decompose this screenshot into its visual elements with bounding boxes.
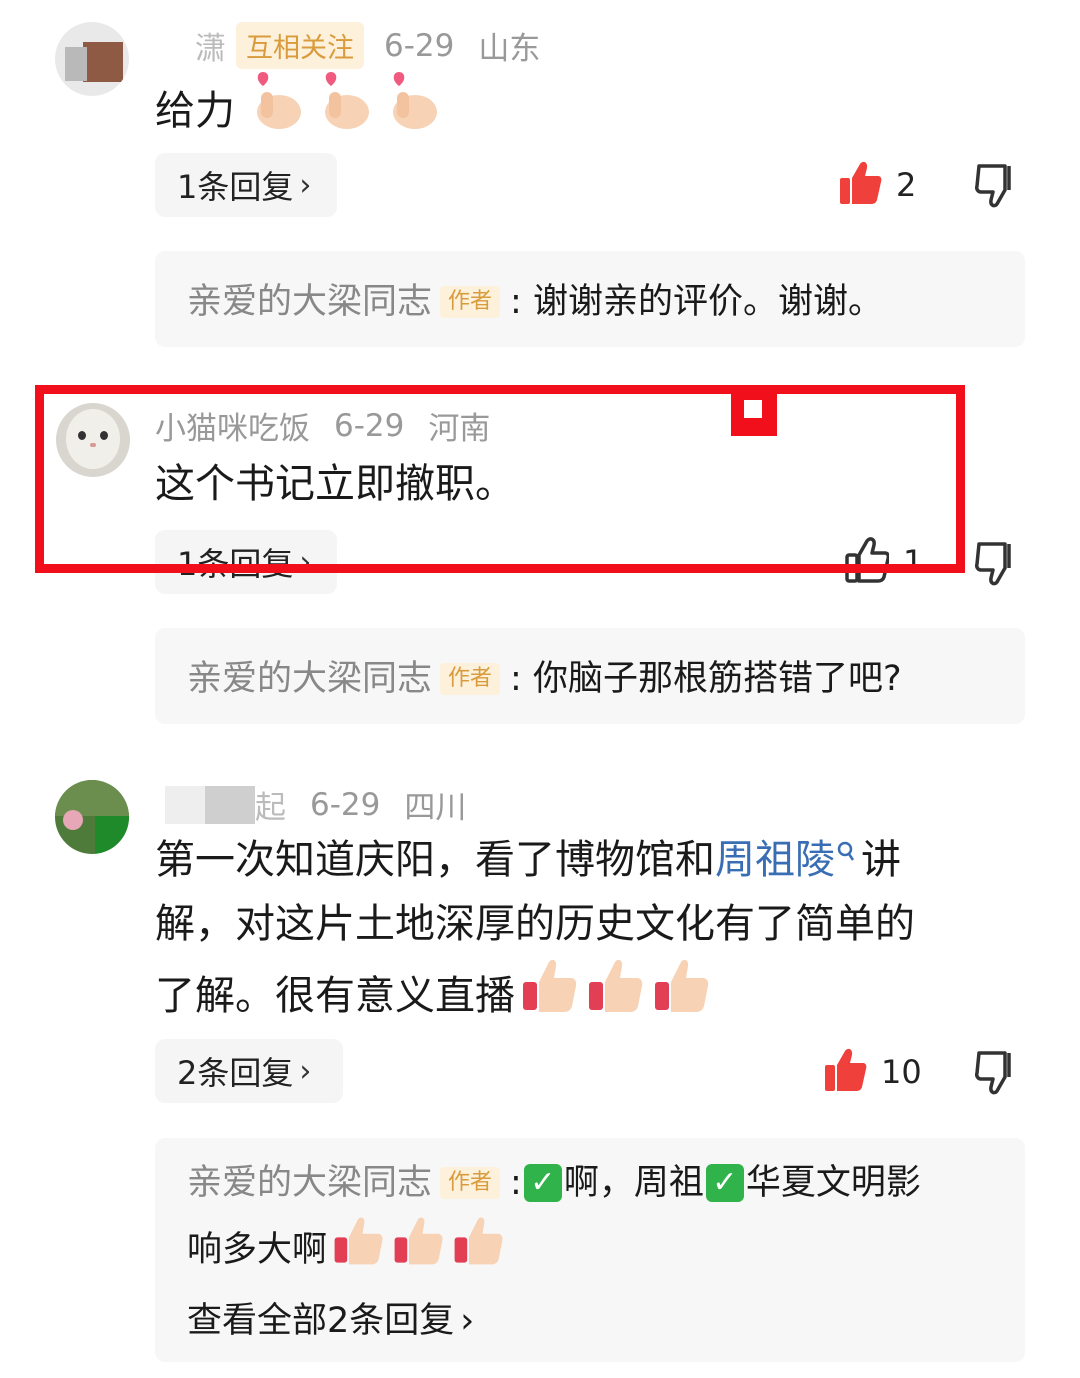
comment-location: 四川	[404, 790, 467, 826]
comment-text: 解，对这片土地深厚的历史文化有了简单的	[155, 901, 915, 947]
like-button[interactable]: 2	[838, 160, 916, 210]
author-tag: 作者	[440, 1167, 501, 1199]
comment-date: 6-29	[310, 786, 381, 823]
thumb-emoji-icon	[519, 956, 579, 1035]
check-emoji-icon: ✓	[523, 1164, 562, 1202]
reply-text: :	[510, 1163, 522, 1203]
thumbs-up-icon	[823, 1047, 867, 1097]
thumb-emoji-icon	[585, 956, 645, 1035]
reply-text: : 谢谢亲的评价。谢谢。	[510, 282, 883, 322]
comment-location: 山东	[478, 31, 541, 67]
check-emoji-icon: ✓	[705, 1164, 744, 1202]
reply-text: : 你脑子那根筋搭错了吧?	[510, 659, 902, 699]
finger-heart-emoji-icon	[315, 70, 373, 151]
reply-text: 响多大啊	[187, 1230, 328, 1270]
thumbs-down-icon	[975, 542, 1019, 590]
comment-text: 给力	[155, 70, 441, 151]
thumb-emoji-icon	[391, 1214, 445, 1286]
author-tag: 作者	[440, 663, 501, 695]
finger-heart-emoji-icon	[247, 70, 305, 151]
comment-text: 了解。很有意义直播	[155, 956, 711, 1035]
thumbs-up-icon	[838, 160, 882, 210]
reply-author[interactable]: 亲爱的大梁同志	[187, 650, 432, 708]
comment-meta: 起 6-29 四川	[165, 782, 466, 827]
dislike-button[interactable]	[975, 1049, 1019, 1099]
comment-text: 第一次知道庆阳，看了博物馆和 周祖陵 讲	[155, 828, 901, 892]
comment-date: 6-29	[384, 27, 455, 64]
author-reply[interactable]: 亲爱的大梁同志 作者 : ✓ 啊，周祖 ✓ 华夏文明影 响多大啊 查看全部2条回…	[155, 1138, 1025, 1362]
reply-author[interactable]: 亲爱的大梁同志	[187, 273, 432, 331]
username[interactable]: 潇	[195, 23, 226, 68]
view-all-replies-link[interactable]: 查看全部2条回复 ›	[187, 1292, 1025, 1350]
reply-text: 华夏文明影	[745, 1163, 921, 1203]
username[interactable]: 起	[255, 782, 286, 827]
thumb-emoji-icon	[451, 1214, 505, 1286]
like-count: 10	[881, 1053, 922, 1091]
chevron-right-icon: ›	[299, 167, 312, 203]
thumb-emoji-icon	[331, 1214, 385, 1286]
reply-text: 啊，周祖	[563, 1163, 704, 1203]
mutual-follow-badge: 互相关注	[236, 22, 364, 69]
author-tag: 作者	[440, 286, 501, 318]
thumbs-down-icon	[975, 164, 1019, 212]
highlight-annotation	[35, 385, 965, 573]
thumb-emoji-icon	[651, 956, 711, 1035]
search-mini-icon	[837, 818, 855, 882]
dislike-button[interactable]	[975, 162, 1019, 212]
finger-heart-emoji-icon	[383, 70, 441, 151]
reply-author[interactable]: 亲爱的大梁同志	[187, 1154, 432, 1212]
avatar[interactable]	[55, 22, 129, 96]
like-count: 2	[896, 166, 917, 204]
author-reply[interactable]: 亲爱的大梁同志 作者 : 谢谢亲的评价。谢谢。	[155, 251, 1025, 347]
avatar[interactable]	[55, 780, 129, 854]
dislike-button[interactable]	[975, 540, 1019, 590]
replies-button[interactable]: 2条回复 ›	[155, 1039, 343, 1103]
like-button[interactable]: 10	[823, 1047, 922, 1097]
topic-link[interactable]: 周祖陵	[715, 828, 835, 892]
chevron-right-icon: ›	[460, 1301, 475, 1341]
thumbs-down-icon	[975, 1051, 1019, 1099]
chevron-right-icon: ›	[299, 1053, 312, 1089]
highlight-annotation-mark	[731, 390, 777, 436]
replies-button[interactable]: 1条回复 ›	[155, 153, 337, 217]
author-reply[interactable]: 亲爱的大梁同志 作者 : 你脑子那根筋搭错了吧?	[155, 628, 1025, 724]
comment-meta: 潇 互相关注 6-29 山东	[195, 22, 540, 69]
